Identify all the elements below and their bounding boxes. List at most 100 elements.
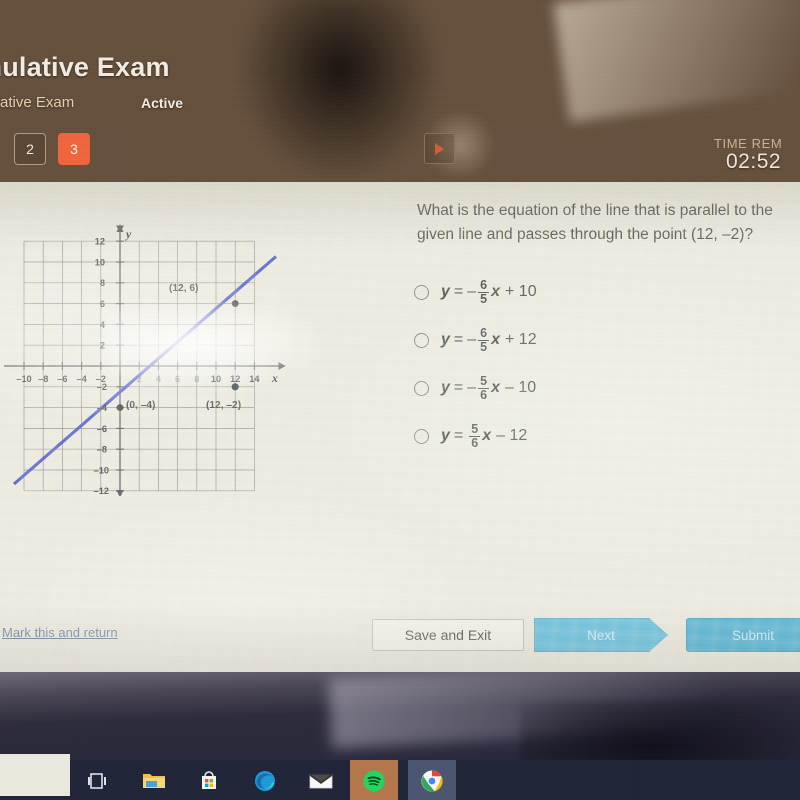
chrome-icon[interactable] bbox=[419, 768, 445, 794]
screen-shadow bbox=[240, 0, 440, 180]
eq-constant-d: – 12 bbox=[496, 427, 528, 444]
eq-sign-c: – bbox=[467, 379, 477, 396]
radio-c[interactable] bbox=[414, 380, 429, 396]
svg-text:8: 8 bbox=[194, 374, 199, 384]
status-badge: Active bbox=[141, 95, 184, 111]
svg-text:–8: –8 bbox=[38, 374, 48, 384]
monitor-bottom-bezel bbox=[0, 672, 800, 800]
edge-glyph bbox=[255, 771, 275, 791]
chrome-glyph bbox=[421, 770, 443, 792]
point-label-0-neg4: (0, –4) bbox=[126, 400, 155, 411]
edge-icon[interactable] bbox=[252, 768, 278, 794]
save-and-exit-button[interactable]: Save and Exit bbox=[372, 619, 524, 651]
x-axis-label: x bbox=[271, 373, 278, 385]
eq-equals-d: = bbox=[453, 427, 464, 444]
eq-equals-a: = bbox=[453, 283, 464, 300]
eq-variable-b: x bbox=[491, 331, 501, 348]
task-view-glyph bbox=[88, 773, 106, 789]
svg-text:10: 10 bbox=[211, 374, 221, 384]
svg-text:6: 6 bbox=[100, 299, 105, 309]
mail-glyph bbox=[309, 773, 333, 789]
eq-y-d: y bbox=[441, 427, 450, 444]
svg-text:12: 12 bbox=[95, 237, 105, 247]
point-12-6 bbox=[231, 300, 239, 307]
svg-text:2: 2 bbox=[100, 341, 105, 351]
y-axis-arrow bbox=[116, 224, 124, 232]
eq-fraction-b: 6 5 bbox=[478, 325, 490, 354]
file-explorer-glyph bbox=[143, 774, 165, 788]
svg-text:–6: –6 bbox=[57, 374, 67, 384]
answer-option-d[interactable]: y = 5 6 x – 12 bbox=[414, 412, 537, 460]
next-question-button[interactable] bbox=[424, 133, 455, 164]
taskbar-dim bbox=[0, 760, 800, 800]
eq-constant-c: – 10 bbox=[505, 379, 537, 396]
submit-button[interactable]: Submit bbox=[686, 618, 800, 652]
graph-svg: 12 10 8 6 4 2 –2 –4 –6 –8 –10 –12 –10 –8… bbox=[4, 224, 286, 496]
svg-text:–8: –8 bbox=[97, 445, 107, 455]
given-line bbox=[12, 255, 278, 486]
radio-a[interactable] bbox=[414, 284, 429, 300]
coordinate-graph: 12 10 8 6 4 2 –2 –4 –6 –8 –10 –12 –10 –8… bbox=[0, 196, 320, 496]
svg-text:14: 14 bbox=[249, 374, 260, 384]
screen-glare bbox=[553, 0, 800, 123]
answer-option-a[interactable]: y = – 6 5 x + 10 bbox=[414, 268, 537, 316]
svg-text:–4: –4 bbox=[97, 403, 108, 413]
eq-y-c: y bbox=[441, 379, 450, 396]
eq-constant-b: + 12 bbox=[505, 331, 537, 348]
answer-equation-c: y = – 5 6 x – 10 bbox=[441, 374, 537, 402]
x-tick-labels: –10 –8 –6 –4 –2 2 4 6 8 10 12 14 bbox=[16, 374, 260, 384]
svg-text:–10: –10 bbox=[94, 465, 109, 475]
mail-icon[interactable] bbox=[308, 768, 334, 794]
eq-fraction-c: 5 6 bbox=[478, 374, 490, 402]
svg-text:6: 6 bbox=[175, 374, 180, 384]
answer-equation-a: y = – 6 5 x + 10 bbox=[441, 277, 537, 306]
eq-denominator-c: 6 bbox=[478, 387, 490, 402]
answer-option-b[interactable]: y = – 6 5 x + 12 bbox=[414, 316, 537, 364]
radio-d[interactable] bbox=[414, 428, 429, 444]
eq-variable-d: x bbox=[482, 427, 492, 444]
question-nav-2[interactable]: 2 bbox=[14, 133, 46, 165]
eq-numerator-b: 6 bbox=[480, 325, 488, 340]
question-text: What is the equation of the line that is… bbox=[417, 202, 773, 243]
radio-b[interactable] bbox=[414, 332, 429, 348]
eq-fraction-d: 5 6 bbox=[469, 421, 481, 450]
exam-header-bar: mulative Exam nulative Exam Active 2 3 T… bbox=[0, 0, 800, 182]
svg-text:4: 4 bbox=[100, 320, 106, 330]
eq-variable-c: x bbox=[491, 379, 501, 396]
eq-variable-a: x bbox=[491, 283, 501, 300]
svg-text:10: 10 bbox=[95, 257, 105, 267]
point-label-12-6: (12, 6) bbox=[169, 283, 198, 294]
answer-options: y = – 6 5 x + 10 y = – 6 5 x + 12 y = – … bbox=[414, 268, 537, 460]
mark-this-and-return-link[interactable]: Mark this and return bbox=[2, 625, 118, 640]
eq-y-a: y bbox=[441, 283, 450, 300]
eq-sign-b: – bbox=[467, 331, 477, 348]
eq-numerator-a: 6 bbox=[480, 277, 488, 292]
spotify-glyph bbox=[363, 770, 385, 792]
svg-text:–4: –4 bbox=[76, 374, 87, 384]
svg-text:4: 4 bbox=[156, 374, 162, 384]
svg-text:–12: –12 bbox=[94, 486, 109, 496]
next-button[interactable]: Next bbox=[534, 618, 668, 652]
file-explorer-icon[interactable] bbox=[141, 768, 167, 794]
svg-text:–6: –6 bbox=[97, 424, 107, 434]
task-view-icon[interactable] bbox=[85, 768, 111, 794]
eq-denominator-d: 6 bbox=[469, 435, 481, 450]
point-12-neg2 bbox=[231, 383, 239, 391]
eq-numerator-d: 5 bbox=[471, 421, 479, 436]
time-remaining-value: 02:52 bbox=[726, 150, 782, 173]
point-0-neg4 bbox=[116, 404, 124, 411]
microsoft-store-icon[interactable] bbox=[196, 768, 222, 794]
eq-equals-b: = bbox=[453, 331, 464, 348]
breadcrumb[interactable]: nulative Exam bbox=[0, 94, 74, 111]
svg-text:–2: –2 bbox=[96, 374, 106, 384]
question-nav-3[interactable]: 3 bbox=[58, 133, 90, 165]
answer-option-c[interactable]: y = – 5 6 x – 10 bbox=[414, 364, 537, 412]
y-axis-label: y bbox=[124, 229, 132, 241]
svg-text:–10: –10 bbox=[16, 374, 31, 384]
windows-taskbar bbox=[0, 760, 800, 800]
eq-y-b: y bbox=[441, 331, 450, 348]
spotify-icon[interactable] bbox=[361, 768, 387, 794]
eq-denominator-b: 5 bbox=[478, 339, 490, 354]
eq-sign-a: – bbox=[467, 283, 477, 300]
answer-equation-b: y = – 6 5 x + 12 bbox=[441, 325, 537, 354]
